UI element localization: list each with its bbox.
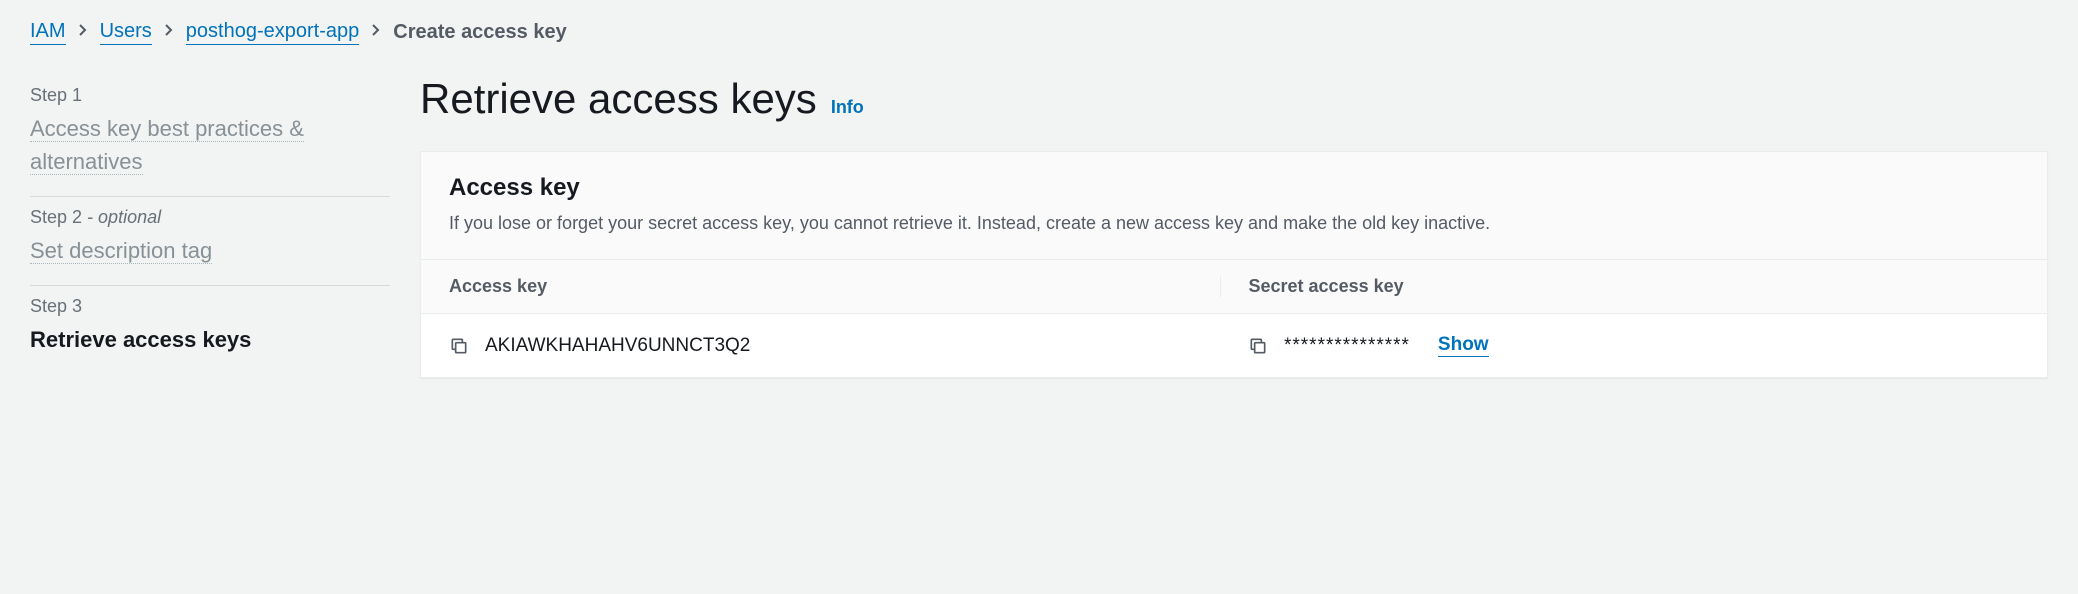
breadcrumb-link-user[interactable]: posthog-export-app xyxy=(186,20,359,45)
step-optional: - optional xyxy=(82,207,161,227)
breadcrumb-current: Create access key xyxy=(393,21,566,44)
key-columns-header: Access key Secret access key xyxy=(421,260,2047,314)
secret-key-masked: *************** xyxy=(1284,335,1410,357)
breadcrumb: IAM Users posthog-export-app Create acce… xyxy=(30,20,2048,45)
chevron-right-icon xyxy=(164,23,174,42)
breadcrumb-link-users[interactable]: Users xyxy=(100,20,152,45)
panel-heading: Access key xyxy=(449,174,2019,202)
chevron-right-icon xyxy=(78,23,88,42)
wizard-sidebar: Step 1 Access key best practices & alter… xyxy=(30,75,390,378)
step-number: Step 2 xyxy=(30,207,82,227)
copy-icon[interactable] xyxy=(1248,336,1268,356)
copy-icon[interactable] xyxy=(449,336,469,356)
wizard-step-1[interactable]: Step 1 Access key best practices & alter… xyxy=(30,75,390,197)
access-key-panel: Access key If you lose or forget your se… xyxy=(420,151,2048,378)
panel-header: Access key If you lose or forget your se… xyxy=(421,152,2047,260)
column-header-secret-key: Secret access key xyxy=(1221,276,2020,297)
access-key-value: AKIAWKHAHAHV6UNNCT3Q2 xyxy=(485,335,750,357)
step-title: Access key best practices & alternatives xyxy=(30,116,304,175)
access-key-cell: AKIAWKHAHAHV6UNNCT3Q2 xyxy=(449,335,1220,357)
page-title: Retrieve access keys xyxy=(420,75,817,123)
step-number: Step 3 xyxy=(30,296,82,316)
secret-key-cell: *************** Show xyxy=(1220,334,2019,357)
step-number: Step 1 xyxy=(30,85,82,105)
step-title: Set description tag xyxy=(30,238,212,264)
chevron-right-icon xyxy=(371,23,381,42)
info-link[interactable]: Info xyxy=(831,97,864,118)
main-content: Retrieve access keys Info Access key If … xyxy=(420,75,2048,378)
column-header-access-key: Access key xyxy=(449,276,1221,297)
wizard-step-2[interactable]: Step 2 - optional Set description tag xyxy=(30,197,390,286)
key-values-row: AKIAWKHAHAHV6UNNCT3Q2 *************** Sh… xyxy=(421,314,2047,377)
panel-description: If you lose or forget your secret access… xyxy=(449,210,2019,237)
wizard-step-3: Step 3 Retrieve access keys xyxy=(30,286,390,374)
step-title: Retrieve access keys xyxy=(30,327,251,352)
show-secret-button[interactable]: Show xyxy=(1438,334,1489,357)
breadcrumb-link-iam[interactable]: IAM xyxy=(30,20,66,45)
